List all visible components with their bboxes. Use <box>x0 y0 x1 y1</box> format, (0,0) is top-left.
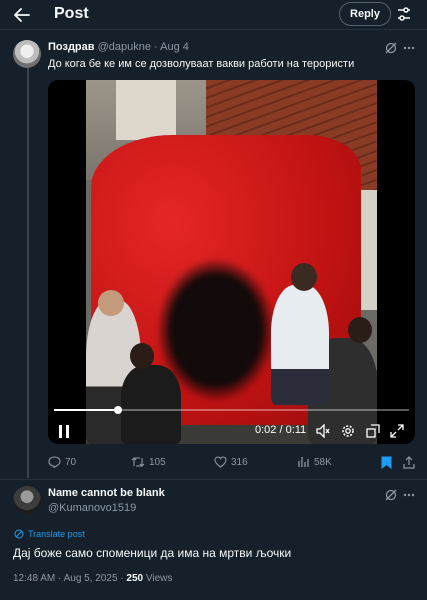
translate-label[interactable]: Translate post <box>28 529 85 539</box>
avatar[interactable] <box>13 40 41 68</box>
avatar[interactable] <box>13 486 41 514</box>
reply-icon <box>48 456 61 468</box>
reply-count: 70 <box>65 456 77 468</box>
heart-icon <box>214 456 227 468</box>
post-text: Дај боже само споменици да има на мртви … <box>13 546 292 560</box>
fullscreen-icon[interactable] <box>390 424 404 438</box>
page-title: Post <box>54 5 89 22</box>
repost-icon <box>131 457 145 467</box>
views-count: 250 <box>126 573 144 584</box>
grok-icon[interactable] <box>385 489 397 501</box>
video-frame <box>86 80 377 444</box>
post-actions: 70 105 316 58K <box>48 456 415 472</box>
repost-count: 105 <box>149 456 166 468</box>
pause-icon[interactable] <box>58 425 70 438</box>
video-scrubber-handle[interactable] <box>113 406 122 414</box>
share-icon <box>403 456 415 469</box>
video-progress-fill <box>54 409 118 411</box>
top-bar: Post Reply <box>0 0 427 30</box>
reply-action[interactable]: 70 <box>48 456 76 468</box>
author-name[interactable]: Name cannot be blank <box>48 487 165 499</box>
author-handle[interactable]: @Kumanovo1519 <box>48 502 136 514</box>
post-text: До кога бе ке им се дозволуваат вакви ра… <box>48 58 355 70</box>
video-time: 0:02 / 0:11 <box>255 424 307 436</box>
picture-in-picture-icon[interactable] <box>366 424 380 438</box>
views-count: 58K <box>314 456 332 468</box>
more-icon[interactable] <box>403 46 415 50</box>
video-progress-bar[interactable] <box>54 406 409 414</box>
arrow-left-icon <box>14 8 30 22</box>
sliders-icon <box>398 7 410 21</box>
post-date[interactable]: Aug 4 <box>160 41 189 53</box>
share-action[interactable] <box>403 456 415 469</box>
like-action[interactable]: 316 <box>214 456 248 468</box>
gear-icon[interactable] <box>341 424 355 438</box>
views-icon <box>298 457 309 467</box>
views-label: Views <box>143 573 173 584</box>
post-timestamp[interactable]: 12:48 AM · Aug 5, 2025 · <box>13 573 126 584</box>
views-action[interactable]: 58K <box>298 456 332 468</box>
post-author-line: Поздрав @dapukne · Aug 4 <box>48 41 189 53</box>
more-icon[interactable] <box>403 493 415 497</box>
post-meta: 12:48 AM · Aug 5, 2025 · 250 Views <box>13 573 172 584</box>
repost-action[interactable]: 105 <box>131 456 166 468</box>
video-player[interactable]: 0:02 / 0:11 <box>48 80 415 444</box>
volume-muted-icon[interactable] <box>316 424 330 438</box>
thread-connector <box>27 68 29 478</box>
separator: · <box>154 41 158 53</box>
translate-post-link[interactable]: Translate post <box>14 529 85 539</box>
author-handle[interactable]: @dapukne <box>98 41 151 53</box>
post-divider <box>0 479 427 480</box>
translate-icon <box>14 529 24 539</box>
bookmark-icon <box>381 456 392 469</box>
bookmark-action[interactable] <box>381 456 392 469</box>
author-name[interactable]: Поздрав <box>48 41 95 53</box>
back-button[interactable] <box>12 6 32 24</box>
like-count: 316 <box>231 456 248 468</box>
grok-icon[interactable] <box>385 42 397 54</box>
display-settings-button[interactable] <box>397 6 411 22</box>
reply-button[interactable]: Reply <box>339 2 391 26</box>
